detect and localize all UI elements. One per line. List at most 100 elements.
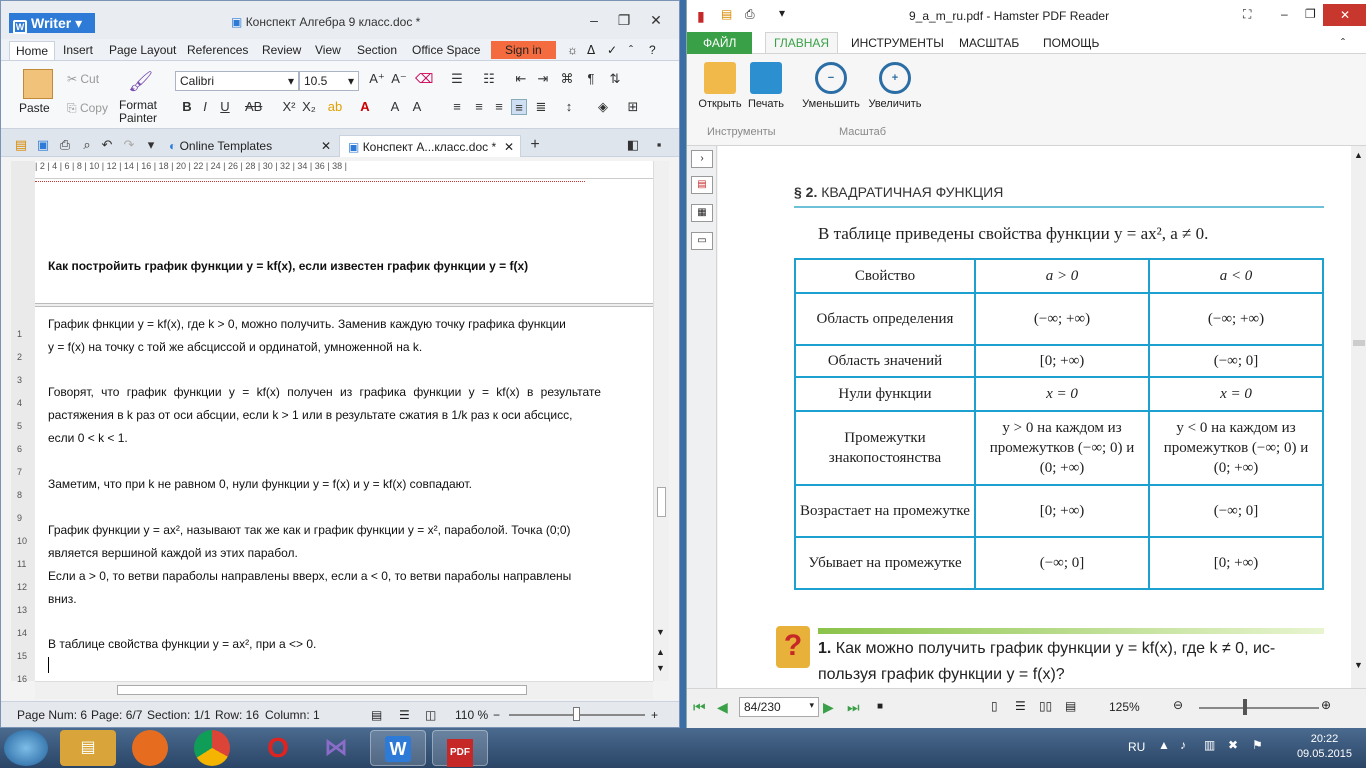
highlight-icon[interactable]: ab <box>327 99 343 115</box>
expand-sidebar-icon[interactable]: › <box>691 150 713 168</box>
scroll-thumb[interactable] <box>657 487 666 517</box>
document-page[interactable]: Как постройить график функции y = kf(x),… <box>35 179 653 681</box>
horizontal-ruler[interactable]: | 2 | 4 | 6 | 8 | 10 | 12 | 14 | 16 | 18… <box>35 161 653 179</box>
single-page-icon[interactable]: ▯ <box>991 699 998 713</box>
next-page-icon[interactable]: ▼ <box>656 663 665 673</box>
stop-icon[interactable]: ■ <box>877 701 883 712</box>
network-icon[interactable]: ✖ <box>1228 738 1238 752</box>
tab-close-all-icon[interactable]: ▪ <box>651 137 667 153</box>
minimize-button[interactable]: – <box>585 11 603 29</box>
sort-icon[interactable]: ⇅ <box>607 71 623 87</box>
page-number-input[interactable]: 84/230 ▾ <box>739 697 819 717</box>
volume-icon[interactable]: ♪ <box>1180 738 1186 752</box>
first-page-icon[interactable]: ⏮ <box>693 699 706 716</box>
fullscreen-icon[interactable]: ⛶ <box>1243 7 1251 22</box>
subscript-icon[interactable]: X₂ <box>301 99 317 115</box>
shading-icon[interactable]: ◈ <box>595 99 611 115</box>
zoom-out-button[interactable]: − Уменьшить <box>797 62 865 110</box>
start-button[interactable] <box>4 730 48 766</box>
pdf-page[interactable]: § 2. КВАДРАТИЧНАЯ ФУНКЦИЯ В таблице прив… <box>718 146 1351 688</box>
facing-icon[interactable]: ▯▯ <box>1039 699 1052 713</box>
print-button[interactable]: Печать <box>745 62 787 110</box>
web-view-icon[interactable]: ◫ <box>425 708 436 722</box>
flag-icon[interactable]: ⚑ <box>1252 738 1263 752</box>
quick-access-more-icon[interactable]: ▾ <box>143 137 159 153</box>
open-quick-icon[interactable]: ▤ <box>721 7 732 21</box>
scroll-down-icon[interactable]: ▼ <box>656 627 665 637</box>
last-page-icon[interactable]: ⏭ <box>847 699 860 716</box>
check-icon[interactable]: ✓ <box>607 43 617 57</box>
print-quick-icon[interactable]: ⎙ <box>745 7 755 22</box>
pdf-reader-taskbar-icon[interactable]: PDF <box>432 730 488 767</box>
menu-home[interactable]: Home <box>9 41 56 60</box>
firefox-taskbar-icon[interactable] <box>132 730 168 766</box>
format-painter-button[interactable]: Format Painter <box>119 99 159 125</box>
menu-review[interactable]: Review <box>262 43 301 57</box>
zoom-out-icon[interactable]: ⊖ <box>1173 698 1183 712</box>
scroll-thumb[interactable] <box>1353 340 1365 346</box>
undo-icon[interactable]: ↶ <box>99 137 115 153</box>
tab-list-icon[interactable]: ◧ <box>625 137 641 153</box>
visual-studio-taskbar-icon[interactable]: ⋈ <box>308 730 364 766</box>
paste-icon[interactable] <box>23 69 53 99</box>
clock[interactable]: 20:22 09.05.2015 <box>1297 732 1352 762</box>
outline-view-icon[interactable]: ☰ <box>399 708 410 722</box>
scroll-down-icon[interactable]: ▼ <box>1354 660 1363 670</box>
zoom-level[interactable]: 125% <box>1109 700 1140 714</box>
close-button[interactable]: ✕ <box>1323 4 1366 26</box>
chinese-layout-icon[interactable]: ⌘ <box>559 71 575 87</box>
copy-button[interactable]: ⎘ Copy <box>67 101 108 116</box>
format-painter-icon[interactable]: 🖌 <box>128 69 153 93</box>
font-name-select[interactable]: Calibri ▾ <box>175 71 299 91</box>
restore-button[interactable]: ❐ <box>615 11 633 29</box>
sign-in-button[interactable]: Sign in <box>491 41 556 59</box>
tab-file[interactable]: ФАЙЛ <box>687 32 753 54</box>
collapse-ribbon-icon[interactable]: ˆ <box>1341 36 1345 50</box>
open-button[interactable]: Открыть <box>695 62 745 110</box>
close-button[interactable]: ✕ <box>647 11 665 29</box>
indent-icon[interactable]: ⇥ <box>535 71 551 87</box>
tab-document[interactable]: ▣ Конспект А...класс.doc * ✕ <box>339 135 521 157</box>
quick-access-more-icon[interactable]: ▾ <box>779 6 785 20</box>
help-icon[interactable]: ? <box>649 43 656 57</box>
redo-icon[interactable]: ↷ <box>121 137 137 153</box>
clear-format-icon[interactable]: ⌫ <box>415 71 433 87</box>
save-icon[interactable]: ▣ <box>35 137 51 153</box>
wps-writer-taskbar-icon[interactable]: W <box>370 730 426 766</box>
show-marks-icon[interactable]: ¶ <box>583 71 599 87</box>
font-size-select[interactable]: 10.5 ▾ <box>299 71 359 91</box>
menu-references[interactable]: References <box>187 43 248 57</box>
chrome-taskbar-icon[interactable] <box>194 730 230 766</box>
numbering-icon[interactable]: ☷ <box>481 71 497 87</box>
superscript-icon[interactable]: X² <box>281 99 297 115</box>
print-icon[interactable]: ⎙ <box>57 137 73 153</box>
paste-button[interactable]: Paste <box>19 101 50 115</box>
prev-page-icon[interactable]: ▲ <box>656 647 665 657</box>
continuous-icon[interactable]: ☰ <box>1015 699 1026 713</box>
menu-section[interactable]: Section <box>357 43 397 57</box>
hscroll-thumb[interactable] <box>117 685 527 695</box>
menu-page-layout[interactable]: Page Layout <box>109 43 176 57</box>
font-color-icon[interactable]: A <box>357 99 373 115</box>
next-page-icon[interactable]: ▶ <box>823 699 834 716</box>
zoom-out-icon[interactable]: − <box>493 708 500 722</box>
grow-font-icon[interactable]: A⁺ <box>369 71 385 87</box>
open-icon[interactable]: ▤ <box>13 137 29 153</box>
char-shading-icon[interactable]: A <box>387 99 403 115</box>
prev-page-icon[interactable]: ◀ <box>717 699 728 716</box>
page-view-icon[interactable]: ▤ <box>371 708 382 722</box>
distributed-icon[interactable]: ≣ <box>533 99 549 115</box>
layers-icon[interactable]: ▭ <box>691 232 713 250</box>
italic-icon[interactable]: I <box>197 99 213 115</box>
menu-view[interactable]: View <box>315 43 341 57</box>
language-indicator[interactable]: RU <box>1128 740 1145 754</box>
bold-icon[interactable]: B <box>179 99 195 115</box>
new-tab-icon[interactable]: + <box>527 137 543 153</box>
menu-office-space[interactable]: Office Space <box>412 43 480 57</box>
zoom-in-icon[interactable]: + <box>651 708 658 722</box>
underline-icon[interactable]: U <box>217 99 233 115</box>
horizontal-scrollbar[interactable] <box>35 681 653 699</box>
align-left-icon[interactable]: ≡ <box>449 99 465 115</box>
line-spacing-icon[interactable]: ↕ <box>561 99 577 115</box>
zoom-slider-handle[interactable] <box>573 707 580 721</box>
